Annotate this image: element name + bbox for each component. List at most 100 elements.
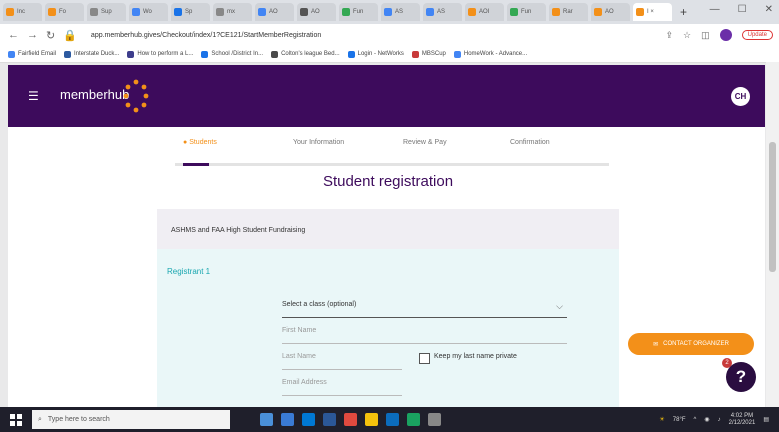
windows-start-icon[interactable] bbox=[10, 413, 22, 426]
scrollbar-thumb[interactable] bbox=[769, 142, 776, 272]
tab-label: Rar bbox=[563, 9, 573, 15]
tab-favicon-icon bbox=[426, 8, 434, 16]
class-select-value: Select a class (optional) bbox=[282, 301, 357, 308]
browser-tab[interactable]: Rar bbox=[549, 3, 588, 21]
registrant-label: Registrant 1 bbox=[167, 267, 211, 276]
tab-favicon-icon bbox=[258, 8, 266, 16]
share-icon[interactable]: ⇪ bbox=[666, 30, 674, 41]
bookmark-item[interactable]: HomeWork - Advance... bbox=[453, 50, 528, 58]
network-icon[interactable]: ◉ bbox=[704, 416, 709, 423]
tab-label: mx bbox=[227, 9, 235, 15]
taskbar-app-icon[interactable] bbox=[386, 413, 399, 426]
taskbar-app-icon[interactable] bbox=[302, 413, 315, 426]
bookmark-favicon-icon bbox=[271, 50, 279, 58]
mail-icon: ✉ bbox=[653, 341, 659, 348]
keep-private-checkbox[interactable] bbox=[419, 353, 430, 364]
browser-tab[interactable]: AS bbox=[423, 3, 462, 21]
class-select[interactable]: Select a class (optional) ⌵ bbox=[282, 301, 567, 318]
weather-temp[interactable]: 78°F bbox=[673, 417, 686, 423]
browser-tab[interactable]: AS bbox=[381, 3, 420, 21]
email-field[interactable]: Email Address bbox=[282, 379, 402, 396]
contact-organizer-button[interactable]: ✉ CONTACT ORGANIZER bbox=[628, 333, 754, 355]
browser-tab[interactable]: AO bbox=[591, 3, 630, 21]
taskbar-app-icon[interactable] bbox=[323, 413, 336, 426]
windows-taskbar: ⌕ Type here to search ☀ 78°F ^ ◉ ♪ 4:02 … bbox=[0, 407, 779, 432]
taskbar-app-icon[interactable] bbox=[260, 413, 273, 426]
registrant-panel: Registrant 1 Select a class (optional) ⌵… bbox=[157, 249, 619, 407]
page-scrollbar[interactable] bbox=[766, 62, 779, 407]
new-tab-button[interactable]: + bbox=[680, 5, 687, 19]
bookmark-favicon-icon bbox=[127, 50, 135, 58]
taskbar-search[interactable]: ⌕ Type here to search bbox=[32, 410, 230, 429]
bookmark-label: How to perform a L... bbox=[137, 51, 194, 57]
bookmark-item[interactable]: MBSCup bbox=[411, 50, 446, 58]
taskbar-apps bbox=[260, 413, 441, 426]
bookmark-label: HomeWork - Advance... bbox=[463, 51, 528, 57]
browser-tab[interactable]: Fun bbox=[339, 3, 378, 21]
bookmark-item[interactable]: Interstate Duck... bbox=[64, 50, 119, 58]
step-your-information[interactable]: Your Information bbox=[293, 139, 344, 146]
volume-icon[interactable]: ♪ bbox=[718, 417, 721, 423]
step-review-pay[interactable]: Review & Pay bbox=[403, 139, 447, 146]
tab-label: AS bbox=[437, 9, 446, 15]
bookmark-label: Colton's league Bed... bbox=[281, 51, 340, 57]
browser-tab[interactable]: Inc bbox=[3, 3, 42, 21]
taskbar-app-icon[interactable] bbox=[428, 413, 441, 426]
bookmark-label: School /District In... bbox=[211, 51, 264, 57]
url-field[interactable]: app.memberhub.gives/Checkout/index/1?CE1… bbox=[91, 32, 666, 39]
tab-favicon-icon bbox=[90, 8, 98, 16]
back-icon[interactable]: ← bbox=[8, 29, 19, 41]
taskbar-app-icon[interactable] bbox=[344, 413, 357, 426]
user-avatar[interactable]: CH bbox=[731, 87, 750, 106]
tab-favicon-icon bbox=[6, 8, 14, 16]
registration-content: ● Students Your Information Review & Pay… bbox=[8, 127, 765, 407]
taskbar-clock[interactable]: 4:02 PM 2/12/2021 bbox=[729, 413, 756, 427]
tab-favicon-icon bbox=[48, 8, 56, 16]
tab-label: Fo bbox=[59, 9, 67, 15]
tab-label: Fun bbox=[353, 9, 364, 15]
taskbar-app-icon[interactable] bbox=[281, 413, 294, 426]
maximize-icon[interactable]: ☐ bbox=[738, 4, 747, 15]
profile-avatar[interactable] bbox=[719, 29, 732, 41]
system-tray: ☀ 78°F ^ ◉ ♪ 4:02 PM 2/12/2021 ▤ bbox=[659, 413, 769, 427]
taskbar-app-icon[interactable] bbox=[365, 413, 378, 426]
notifications-icon[interactable]: ▤ bbox=[763, 416, 769, 423]
bookmark-item[interactable]: Fairfield Email bbox=[8, 50, 56, 58]
taskbar-app-icon[interactable] bbox=[407, 413, 420, 426]
bookmark-item[interactable]: School /District In... bbox=[201, 50, 264, 58]
browser-tab[interactable]: AO bbox=[255, 3, 294, 21]
step-students[interactable]: ● Students bbox=[183, 139, 217, 146]
tab-favicon-icon bbox=[510, 8, 518, 16]
bookmark-item[interactable]: How to perform a L... bbox=[127, 50, 194, 58]
browser-tab[interactable]: Wo bbox=[129, 3, 168, 21]
browser-tab[interactable]: Sp bbox=[171, 3, 210, 21]
extensions-icon[interactable]: ◫ bbox=[701, 30, 710, 41]
browser-tab[interactable]: Fo bbox=[45, 3, 84, 21]
chevron-up-icon[interactable]: ^ bbox=[694, 417, 697, 423]
update-button[interactable]: Update bbox=[741, 30, 773, 40]
bookmarks-bar: Fairfield Email Interstate Duck... How to … bbox=[0, 46, 779, 63]
keep-private-label: Keep my last name private bbox=[434, 353, 517, 360]
tab-label: Fun bbox=[521, 9, 532, 15]
reload-icon[interactable]: ↻ bbox=[46, 29, 55, 42]
bookmark-item[interactable]: Colton's league Bed... bbox=[271, 50, 340, 58]
minimize-icon[interactable]: — bbox=[710, 4, 720, 15]
browser-tab[interactable]: AOI bbox=[465, 3, 504, 21]
step-confirmation[interactable]: Confirmation bbox=[510, 139, 550, 146]
forward-icon[interactable]: → bbox=[27, 29, 38, 41]
star-icon[interactable]: ☆ bbox=[683, 30, 691, 41]
browser-tab-strip: Inc Fo Sup Wo Sp mx AO AO Fun AS AS AOI Fun Rar AO I × +… bbox=[0, 0, 779, 24]
window-controls: — ☐ ✕ bbox=[710, 4, 773, 15]
browser-tab[interactable]: AO bbox=[297, 3, 336, 21]
browser-tab[interactable]: mx bbox=[213, 3, 252, 21]
browser-tab[interactable]: I × bbox=[633, 3, 672, 21]
step-progress-track bbox=[175, 163, 609, 166]
browser-tab[interactable]: Fun bbox=[507, 3, 546, 21]
close-window-icon[interactable]: ✕ bbox=[765, 4, 773, 15]
bookmark-item[interactable]: Login - NetWorks bbox=[347, 50, 404, 58]
browser-tab[interactable]: Sup bbox=[87, 3, 126, 21]
hamburger-menu-icon[interactable]: ☰ bbox=[28, 89, 39, 103]
first-name-field[interactable]: First Name bbox=[282, 327, 567, 344]
notification-badge: 2 bbox=[722, 358, 732, 368]
last-name-field[interactable]: Last Name bbox=[282, 353, 402, 370]
